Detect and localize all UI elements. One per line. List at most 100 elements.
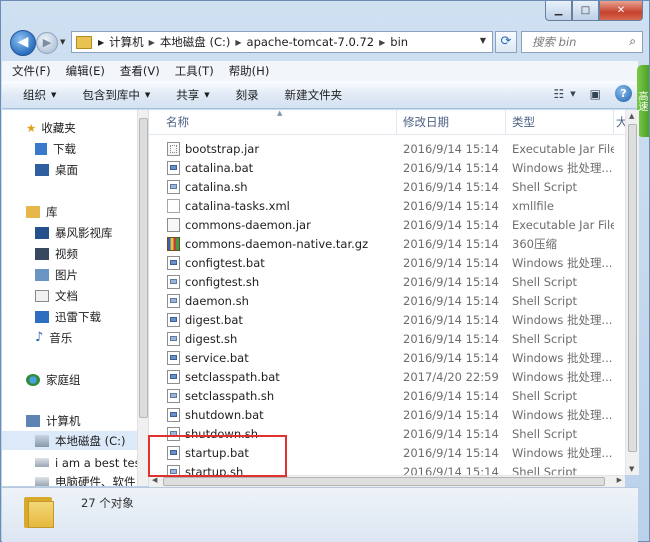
nav-libraries[interactable]: 库 xyxy=(26,202,58,221)
file-row[interactable]: configtest.sh 2016/9/14 15:14 Shell Script xyxy=(149,272,625,291)
file-row[interactable]: configtest.bat 2016/9/14 15:14 Windows 批处理… xyxy=(149,253,625,272)
nav-pictures[interactable]: 图片 xyxy=(35,265,78,284)
scrollbar-thumb[interactable] xyxy=(628,124,637,452)
chevron-right-icon[interactable]: ▶ xyxy=(235,38,241,47)
file-name-cell[interactable]: catalina.sh xyxy=(149,179,397,194)
file-row[interactable]: startup.bat 2016/9/14 15:14 Windows 批处理... xyxy=(149,443,625,462)
breadcrumb-bin[interactable]: bin xyxy=(390,35,408,49)
file-name-cell[interactable]: service.bat xyxy=(149,350,397,365)
address-bar[interactable]: ▶ 计算机 ▶ 本地磁盘 (C:) ▶ apache-tomcat-7.0.72 ▶ … xyxy=(71,31,493,53)
preview-pane-icon[interactable]: ▣ xyxy=(590,87,601,101)
file-row[interactable]: digest.bat 2016/9/14 15:14 Windows 批处理... xyxy=(149,310,625,329)
file-name-cell[interactable]: setclasspath.sh xyxy=(149,388,397,403)
file-name-cell[interactable]: catalina-tasks.xml xyxy=(149,198,397,213)
file-row[interactable]: setclasspath.sh 2016/9/14 15:14 Shell Scri… xyxy=(149,386,625,405)
file-name-cell[interactable]: catalina.bat xyxy=(149,160,397,175)
nav-homegroup[interactable]: 家庭组 xyxy=(26,370,81,389)
new-folder-button[interactable]: 新建文件夹 xyxy=(285,87,343,103)
menu-help[interactable]: 帮助(H) xyxy=(229,63,270,79)
file-name-cell[interactable]: commons-daemon.jar xyxy=(149,217,397,232)
refresh-button[interactable]: ⟳ xyxy=(495,31,517,53)
scrollbar-thumb[interactable] xyxy=(163,477,605,486)
file-row[interactable]: bootstrap.jar 2016/9/14 15:14 Executable J… xyxy=(149,139,625,158)
maximize-button[interactable]: □ xyxy=(572,1,599,21)
back-button[interactable]: ◀ xyxy=(10,30,36,56)
forward-button[interactable]: ▶ xyxy=(36,32,58,54)
file-row[interactable]: commons-daemon-native.tar.gz 2016/9/14 15… xyxy=(149,234,625,253)
scroll-down-icon[interactable]: ▼ xyxy=(629,465,634,473)
search-icon[interactable]: ⌕ xyxy=(629,34,636,49)
file-row[interactable]: catalina-tasks.xml 2016/9/14 15:14 xmllfil… xyxy=(149,196,625,215)
burn-button[interactable]: 刻录 xyxy=(236,87,259,103)
file-row[interactable]: shutdown.sh 2016/9/14 15:14 Shell Script xyxy=(149,424,625,443)
change-view-icon[interactable]: ☷ xyxy=(554,87,565,101)
file-row[interactable]: catalina.sh 2016/9/14 15:14 Shell Script xyxy=(149,177,625,196)
recent-pages-dropdown-icon[interactable]: ▼ xyxy=(60,38,65,46)
file-name-cell[interactable]: configtest.bat xyxy=(149,255,397,270)
file-row[interactable]: commons-daemon.jar 2016/9/14 15:14 Executa… xyxy=(149,215,625,234)
include-in-library-button[interactable]: 包含到库中 ▼ xyxy=(82,87,150,103)
menu-file[interactable]: 文件(F) xyxy=(12,63,51,79)
scrollbar-thumb[interactable] xyxy=(139,118,148,418)
file-row[interactable]: catalina.bat 2016/9/14 15:14 Windows 批处理..… xyxy=(149,158,625,177)
file-name: digest.bat xyxy=(185,312,243,327)
address-dropdown-icon[interactable]: ▼ xyxy=(480,36,486,45)
file-name-cell[interactable]: daemon.sh xyxy=(149,293,397,308)
breadcrumb-local-disk[interactable]: 本地磁盘 (C:) ▶ xyxy=(160,34,247,50)
nav-desktop[interactable]: 桌面 xyxy=(35,160,78,179)
chevron-right-icon[interactable]: ▶ xyxy=(98,38,104,47)
file-row[interactable]: setclasspath.bat 2017/4/20 22:59 Windows 批… xyxy=(149,367,625,386)
organize-button[interactable]: 组织 ▼ xyxy=(23,87,56,103)
scroll-right-icon[interactable]: ▶ xyxy=(617,476,622,484)
file-name-cell[interactable]: setclasspath.bat xyxy=(149,369,397,384)
column-header-date[interactable]: 修改日期 xyxy=(397,110,506,134)
menu-tools[interactable]: 工具(T) xyxy=(175,63,214,79)
scroll-up-icon[interactable]: ▲ xyxy=(629,112,634,120)
column-header-size[interactable]: 大 xyxy=(614,110,625,134)
nav-videos[interactable]: 视频 xyxy=(35,244,78,263)
nav-downloads[interactable]: 下载 xyxy=(35,139,76,158)
nav-drive-3[interactable]: 电脑硬件、软件 xyxy=(35,472,136,486)
file-row[interactable]: shutdown.bat 2016/9/14 15:14 Windows 批处理..… xyxy=(149,405,625,424)
menu-edit[interactable]: 编辑(E) xyxy=(66,63,105,79)
file-name-cell[interactable]: configtest.sh xyxy=(149,274,397,289)
file-row[interactable]: digest.sh 2016/9/14 15:14 Shell Script xyxy=(149,329,625,348)
search-input[interactable]: 搜索 bin ⌕ xyxy=(521,31,643,53)
item-count: 27 个对象 xyxy=(81,496,134,510)
close-button[interactable]: ✕ xyxy=(599,1,643,21)
nav-favorites[interactable]: ★ 收藏夹 xyxy=(26,118,76,137)
file-row[interactable]: startup.sh 2016/9/14 15:14 Shell Script xyxy=(149,462,625,475)
nav-drive-2[interactable]: i am a best tes xyxy=(35,453,141,472)
column-header-type[interactable]: 类型 xyxy=(506,110,614,134)
view-dropdown-icon[interactable]: ▼ xyxy=(570,90,575,98)
file-name-cell[interactable]: startup.bat xyxy=(149,445,397,460)
file-name-cell[interactable]: digest.bat xyxy=(149,312,397,327)
file-row[interactable]: daemon.sh 2016/9/14 15:14 Shell Script xyxy=(149,291,625,310)
chevron-right-icon[interactable]: ▶ xyxy=(149,38,155,47)
nav-pane-scrollbar[interactable] xyxy=(137,110,148,486)
nav-local-disk[interactable]: 本地磁盘 (C:) xyxy=(2,431,148,450)
breadcrumb-computer[interactable]: 计算机 ▶ xyxy=(109,34,160,50)
minimize-button[interactable]: ▁ xyxy=(545,1,572,21)
file-row[interactable]: service.bat 2016/9/14 15:14 Windows 批处理... xyxy=(149,348,625,367)
share-button[interactable]: 共享 ▼ xyxy=(176,87,209,103)
file-name-cell[interactable]: startup.sh xyxy=(149,464,397,475)
chevron-right-icon[interactable]: ▶ xyxy=(379,38,385,47)
column-header-name[interactable]: ▲ 名称 xyxy=(149,110,397,134)
file-list-horizontal-scrollbar[interactable]: ◀ ▶ xyxy=(149,475,625,487)
file-list-vertical-scrollbar[interactable]: ▲ ▼ xyxy=(625,110,639,475)
nav-storm-library[interactable]: 暴风影视库 xyxy=(35,223,113,242)
nav-documents[interactable]: 文档 xyxy=(35,286,78,305)
file-name-cell[interactable]: bootstrap.jar xyxy=(149,141,397,156)
menu-view[interactable]: 查看(V) xyxy=(120,63,160,79)
file-name-cell[interactable]: shutdown.bat xyxy=(149,407,397,422)
nav-computer[interactable]: 计算机 xyxy=(26,411,81,430)
breadcrumb-tomcat[interactable]: apache-tomcat-7.0.72 ▶ xyxy=(247,35,391,49)
nav-music[interactable]: ♪ 音乐 xyxy=(35,328,72,347)
file-name-cell[interactable]: commons-daemon-native.tar.gz xyxy=(149,236,397,251)
scroll-left-icon[interactable]: ◀ xyxy=(152,476,157,484)
file-name-cell[interactable]: shutdown.sh xyxy=(149,426,397,441)
help-icon[interactable]: ? xyxy=(615,85,632,102)
nav-thunder-downloads[interactable]: 迅雷下载 xyxy=(35,307,101,326)
file-name-cell[interactable]: digest.sh xyxy=(149,331,397,346)
